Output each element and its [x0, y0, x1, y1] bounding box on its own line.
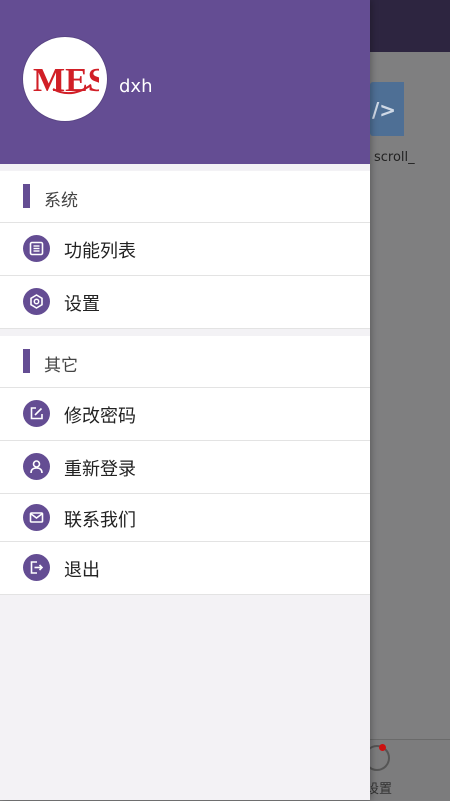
- navigation-drawer: MES dxh 系统 功能列表 设置 其它 修改密码 重新登录 联系我们 退出: [0, 0, 370, 800]
- section-marker: [23, 184, 30, 208]
- section-title-other: 其它: [0, 336, 370, 388]
- edit-icon: [23, 400, 50, 427]
- background-tile-label: scroll_: [374, 150, 415, 165]
- menu-item-function-list[interactable]: 功能列表: [0, 223, 370, 276]
- logout-icon: [23, 554, 50, 581]
- menu-label: 重新登录: [64, 459, 136, 480]
- code-icon: [370, 82, 404, 136]
- menu-label: 修改密码: [64, 406, 136, 427]
- section-marker: [23, 349, 30, 373]
- menu-item-settings[interactable]: 设置: [0, 276, 370, 329]
- drawer-header: MES dxh: [0, 0, 370, 164]
- section-other: 其它 修改密码 重新登录 联系我们 退出: [0, 336, 370, 595]
- menu-label: 退出: [64, 560, 100, 581]
- menu-label: 功能列表: [64, 241, 136, 262]
- menu-label: 设置: [64, 294, 100, 315]
- section-title-system: 系统: [0, 171, 370, 223]
- settings-icon: [23, 288, 50, 315]
- mail-icon: [23, 504, 50, 531]
- username: dxh: [119, 76, 153, 97]
- user-icon: [23, 453, 50, 480]
- menu-item-logout[interactable]: 退出: [0, 542, 370, 595]
- mes-logo: MES: [33, 62, 99, 99]
- section-system: 系统 功能列表 设置: [0, 171, 370, 329]
- section-label: 系统: [44, 191, 78, 211]
- avatar[interactable]: MES: [23, 37, 107, 121]
- notification-dot: [379, 744, 386, 751]
- section-label: 其它: [44, 356, 78, 376]
- list-icon: [23, 235, 50, 262]
- menu-item-contact-us[interactable]: 联系我们: [0, 494, 370, 542]
- menu-item-change-password[interactable]: 修改密码: [0, 388, 370, 441]
- menu-label: 联系我们: [64, 510, 136, 531]
- menu-item-relogin[interactable]: 重新登录: [0, 441, 370, 494]
